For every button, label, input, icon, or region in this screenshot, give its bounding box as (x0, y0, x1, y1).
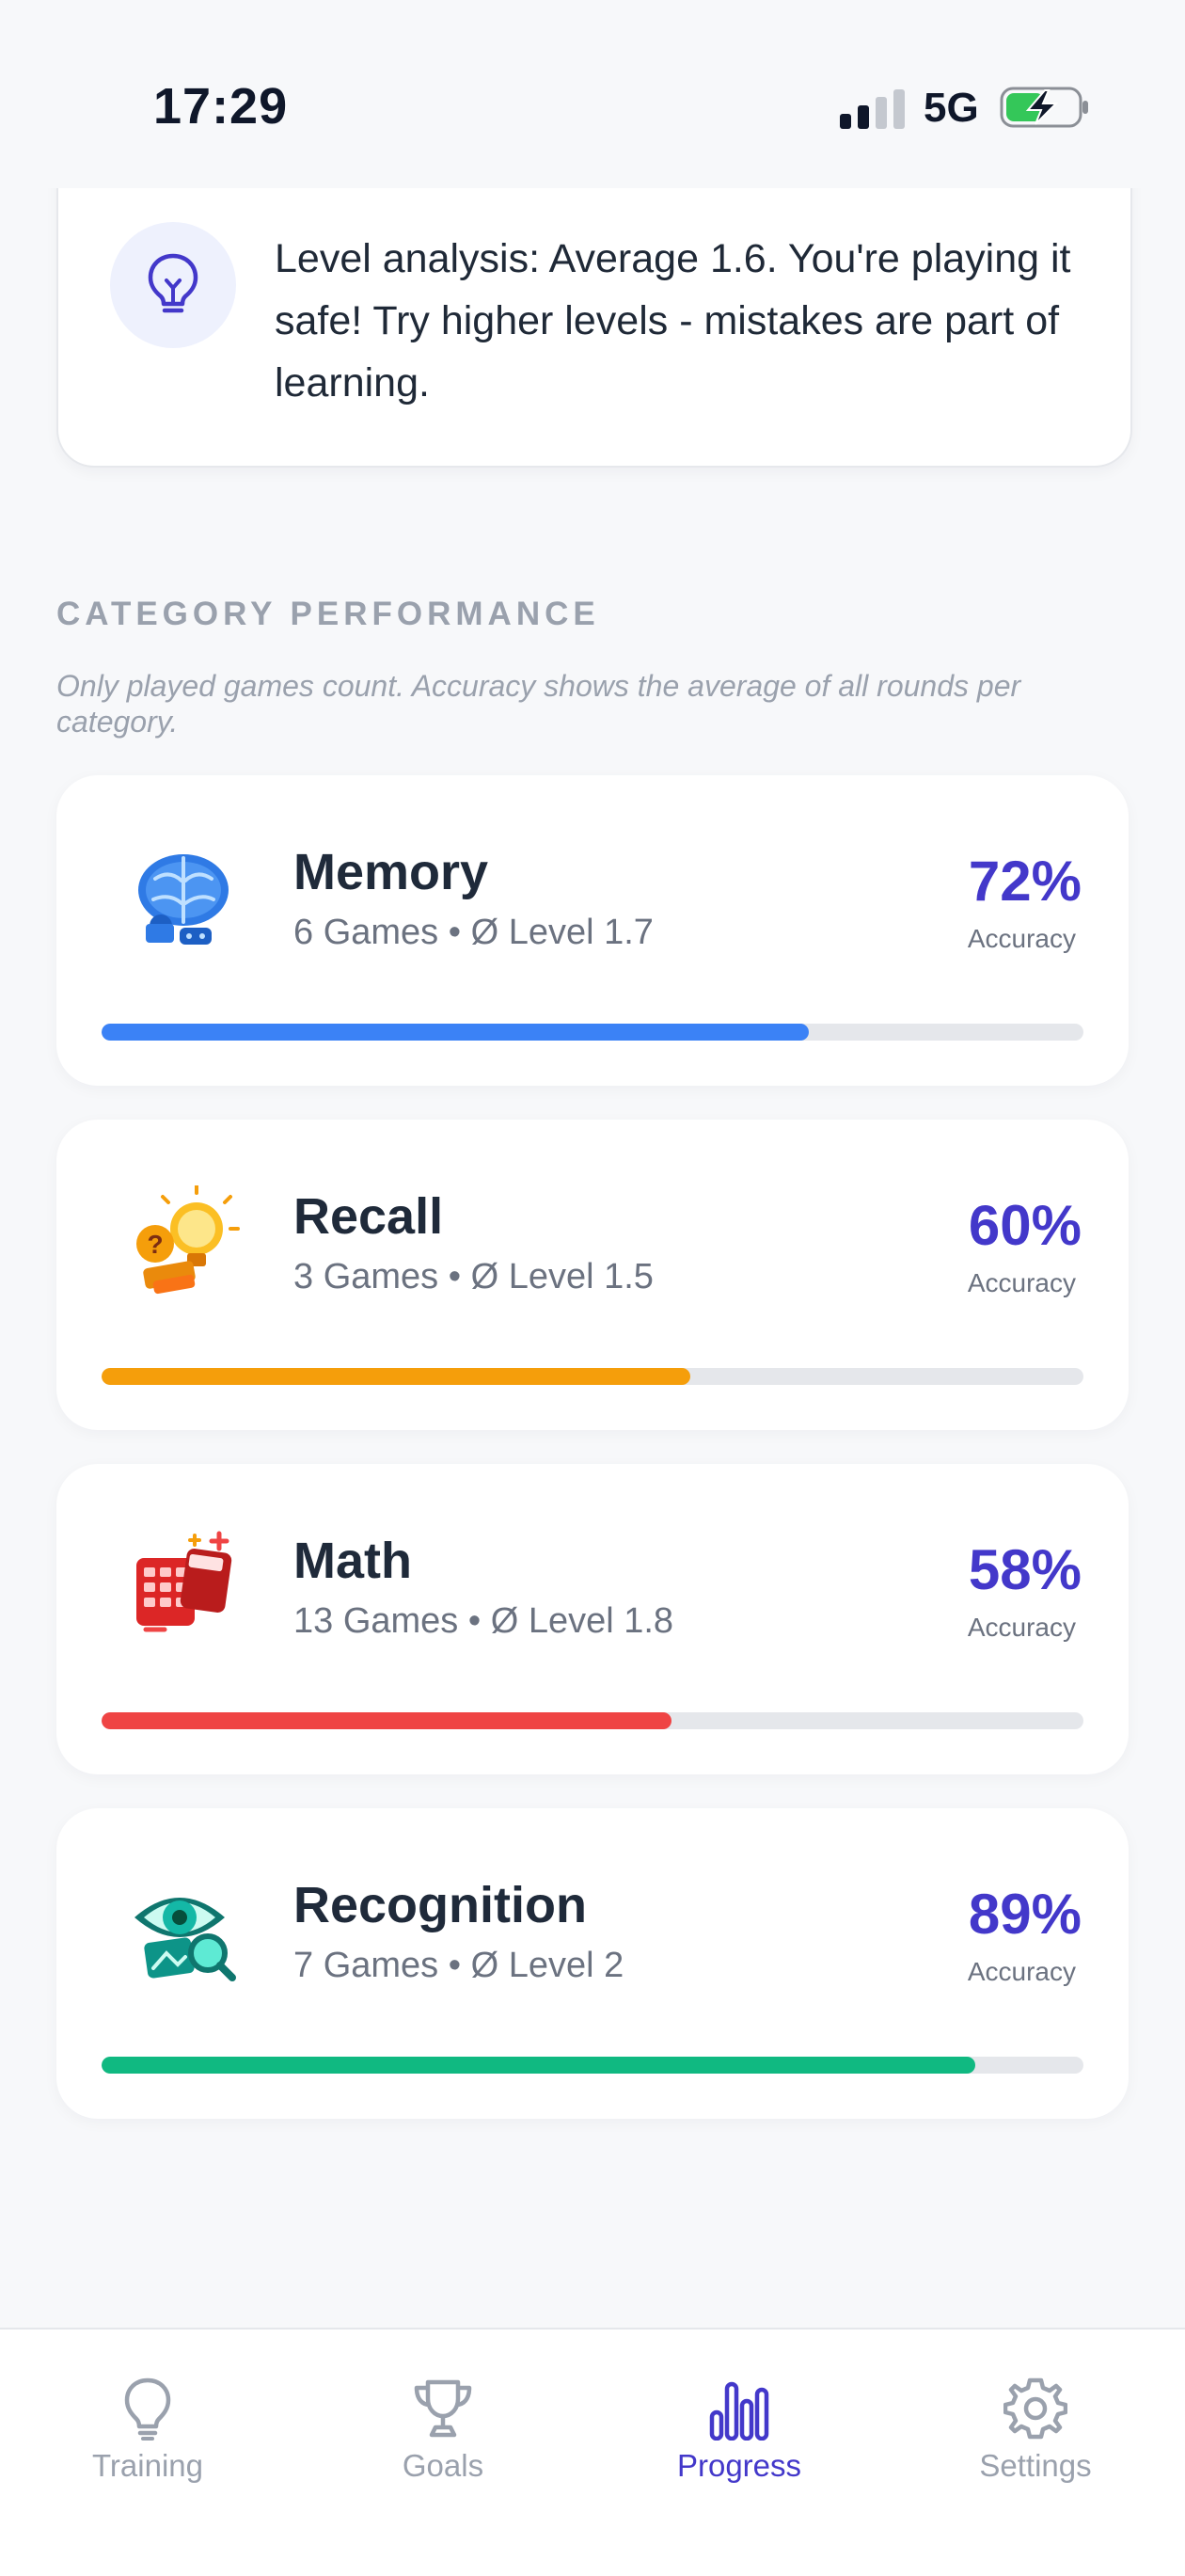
nav-label: Settings (979, 2448, 1092, 2483)
accuracy-progress-fill (102, 2057, 976, 2074)
accuracy-progress-fill (102, 1024, 809, 1041)
category-card-math[interactable]: Math 13 Games • Ø Level 1.8 58% Accuracy (56, 1464, 1129, 1774)
category-name: Recall (293, 1188, 444, 1245)
network-type: 5G (924, 85, 979, 131)
category-name: Recognition (293, 1877, 587, 1933)
trophy-icon (414, 2379, 472, 2438)
category-meta: 3 Games • Ø Level 1.5 (293, 1257, 654, 1296)
lightbulb-question-icon: ? (136, 1185, 240, 1295)
category-meta: 13 Games • Ø Level 1.8 (293, 1601, 674, 1641)
eye-magnifier-icon (134, 1898, 236, 1981)
category-accuracy-caption: Accuracy (967, 1957, 1076, 1986)
brain-icon (138, 854, 229, 945)
bar-chart-icon (709, 2381, 769, 2441)
category-accuracy-value: 58% (968, 1538, 1082, 1601)
nav-item-progress[interactable]: Progress (626, 2377, 852, 2508)
category-accuracy-caption: Accuracy (967, 924, 1076, 953)
bottom-navigation: Training Goals Progress Settings (0, 2328, 1185, 2576)
lightbulb-icon (148, 253, 198, 313)
accuracy-progress-bar (102, 1024, 1083, 1041)
accuracy-progress-bar (102, 2057, 1083, 2074)
category-accuracy-caption: Accuracy (967, 1613, 1076, 1642)
status-time: 17:29 (153, 78, 289, 135)
level-analysis-card: Level analysis: Average 1.6. You're play… (56, 160, 1132, 468)
category-meta: 7 Games • Ø Level 2 (293, 1946, 624, 1985)
nav-item-training[interactable]: Training (35, 2377, 261, 2508)
section-title: CATEGORY PERFORMANCE (56, 596, 600, 632)
gear-icon (1003, 2377, 1067, 2440)
status-bar: 17:29 5G (0, 0, 1185, 188)
category-card-memory[interactable]: Memory 6 Games • Ø Level 1.7 72% Accurac… (56, 775, 1129, 1086)
accuracy-progress-bar (102, 1712, 1083, 1729)
category-meta: 6 Games • Ø Level 1.7 (293, 913, 654, 952)
accuracy-progress-fill (102, 1368, 691, 1385)
nav-item-settings[interactable]: Settings (923, 2377, 1148, 2508)
category-card-recognition[interactable]: Recognition 7 Games • Ø Level 2 89% Accu… (56, 1808, 1129, 2119)
category-card-recall[interactable]: ? Recall 3 Games • Ø Level 1.5 60% Accur… (56, 1120, 1129, 1430)
battery-charging-icon (1000, 87, 1088, 128)
svg-text:?: ? (147, 1230, 163, 1259)
nav-label: Goals (402, 2448, 484, 2483)
section-note: Only played games count. Accuracy shows … (56, 669, 1021, 739)
nav-label: Training (92, 2448, 203, 2483)
level-analysis-text: Level analysis: Average 1.6. You're play… (275, 236, 1071, 405)
category-accuracy-value: 60% (968, 1194, 1082, 1257)
nav-label: Progress (676, 2448, 802, 2483)
tip-icon-badge (110, 222, 236, 348)
calculator-icon (136, 1531, 232, 1632)
category-name: Math (293, 1533, 412, 1589)
category-name: Memory (293, 844, 489, 900)
category-accuracy-value: 72% (968, 850, 1082, 913)
signal-icon (840, 89, 905, 129)
accuracy-progress-bar (102, 1368, 1083, 1385)
nav-item-goals[interactable]: Goals (330, 2377, 556, 2508)
category-accuracy-value: 89% (968, 1883, 1082, 1946)
category-accuracy-caption: Accuracy (967, 1268, 1076, 1297)
accuracy-progress-fill (102, 1712, 672, 1729)
lightbulb-icon (124, 2377, 171, 2441)
